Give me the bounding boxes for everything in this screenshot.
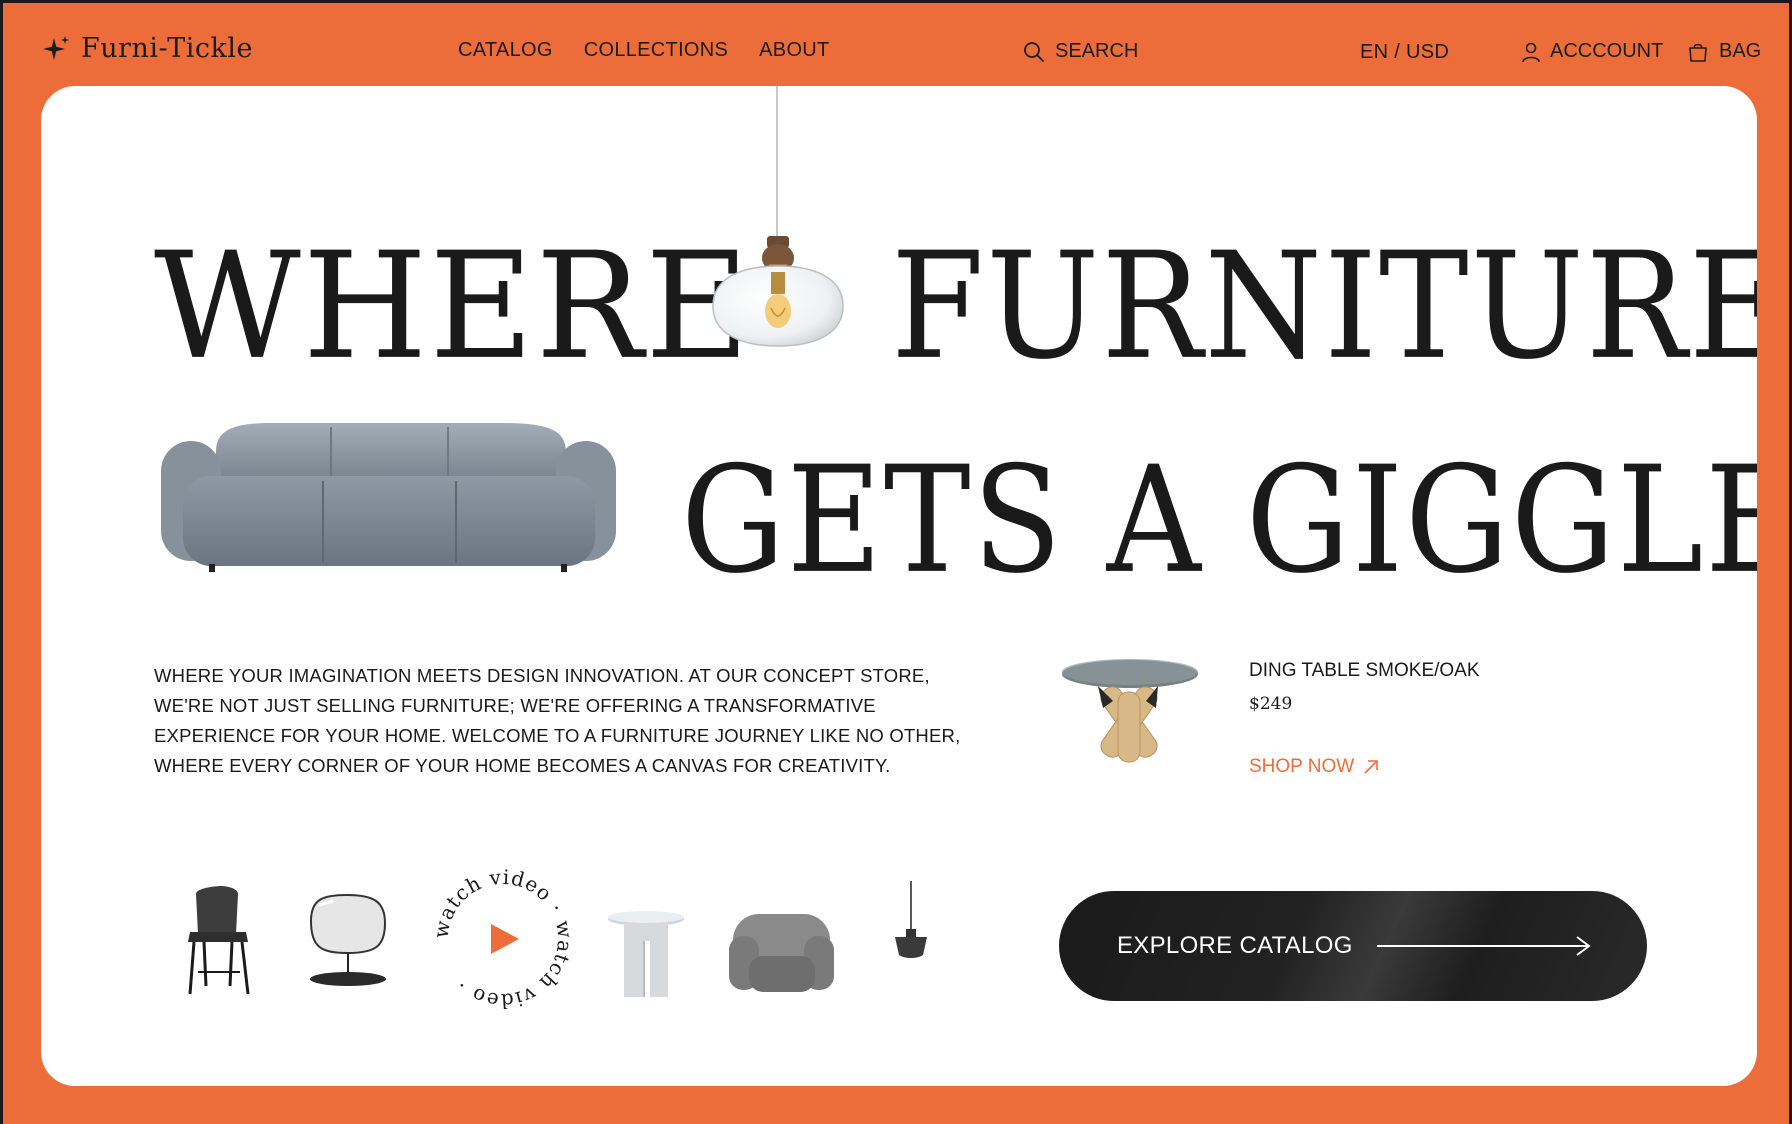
watch-video-ring: watch video · watch video · [429,865,577,1013]
arrow-up-right-icon [1364,760,1379,774]
glass-pendant-lamp-image [712,236,844,347]
user-icon [1522,42,1540,62]
search-input[interactable] [1055,40,1195,63]
bag-label: BAG [1719,40,1762,62]
bag-link[interactable]: BAG [1687,40,1761,63]
locale-selector[interactable]: EN / USD [1360,41,1449,64]
headline-where: WHERE [154,221,752,393]
search-icon[interactable] [1023,41,1045,63]
explore-catalog-label: EXPLORE CATALOG [1117,932,1353,959]
bag-icon [1689,43,1707,62]
long-arrow-right-icon [1377,936,1591,956]
explore-catalog-button[interactable]: EXPLORE CATALOG [1059,891,1647,1001]
watch-video-button[interactable]: watch video · watch video · [429,865,577,1013]
headline-gets-a-giggle: GETS A GIGGLE [681,435,1757,607]
sparkle-icon [43,35,69,60]
product-price: $249 [1249,694,1293,714]
nav-collections[interactable]: COLLECTIONS [584,39,728,62]
hero-card: WHERE FURNITURE GETS A GIGGLE WHERE YOUR… [41,86,1757,1086]
account-label: ACCCOUNT [1550,40,1664,62]
nav-about[interactable]: ABOUT [759,39,829,62]
chair-thumbnail[interactable] [176,886,266,996]
headline-furniture: FURNITURE [891,221,1757,393]
product-name[interactable]: DING TABLE SMOKE/OAK [1249,660,1480,682]
pendant-lamp-thumbnail[interactable] [881,881,941,961]
shop-now-label: SHOP NOW [1249,756,1355,777]
play-icon [491,924,519,954]
main-nav: CATALOG COLLECTIONS ABOUT [458,39,830,62]
lounge-chair-thumbnail[interactable] [729,906,834,996]
shop-now-link[interactable]: SHOP NOW [1249,756,1380,778]
intro-paragraph: WHERE YOUR IMAGINATION MEETS DESIGN INNO… [154,665,961,776]
brand-name: Furni-Tickle [81,33,253,64]
search-bar [1023,40,1195,63]
ding-table-image[interactable] [1058,656,1198,776]
brand-logo[interactable]: Furni-Tickle [41,33,253,64]
page-frame: Furni-Tickle CATALOG COLLECTIONS ABOUT E… [3,3,1789,1124]
side-table-thumbnail[interactable] [606,911,686,1001]
grey-sofa-image [161,423,616,572]
nav-catalog[interactable]: CATALOG [458,39,553,62]
mirror-thumbnail[interactable] [303,891,393,991]
pendant-cord [776,86,778,241]
account-link[interactable]: ACCCOUNT [1520,40,1663,63]
